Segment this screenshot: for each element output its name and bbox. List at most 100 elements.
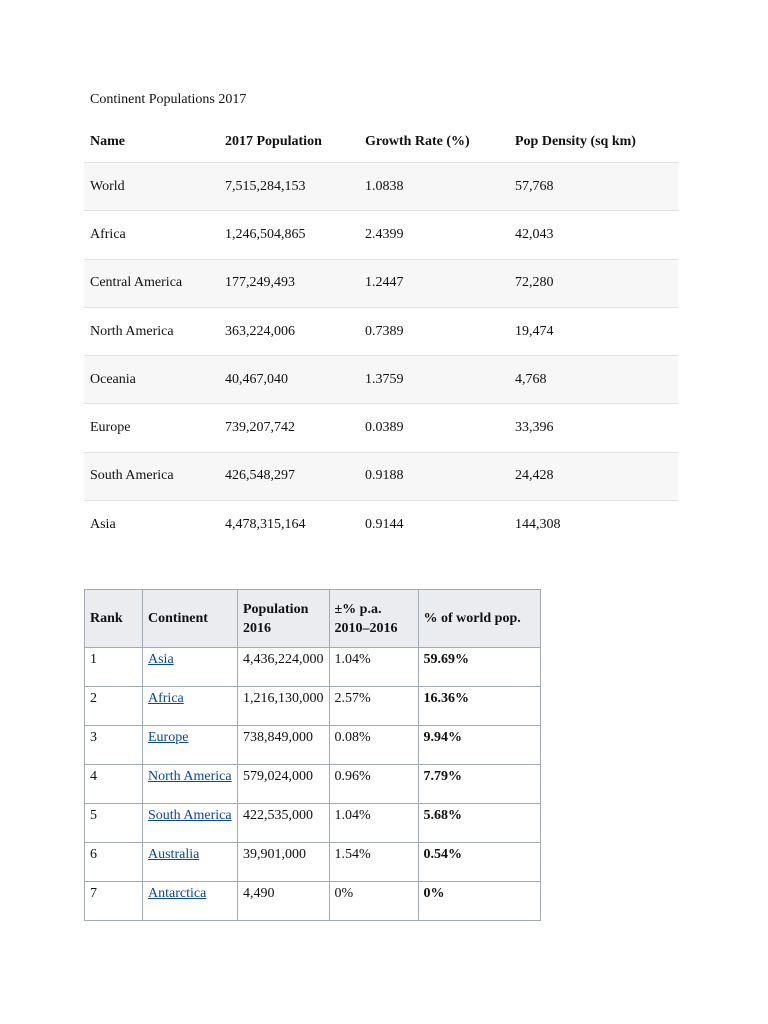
column-header: ±% p.a. 2010–2016	[328, 589, 419, 648]
column-header: % of world pop.	[417, 589, 541, 648]
column-header: Pop Density (sq km)	[515, 134, 636, 149]
column-header: Rank	[84, 589, 143, 648]
continent-cell: North America	[142, 764, 238, 804]
population-cell: 738,849,000	[237, 725, 330, 765]
table-cell: 42,043	[515, 226, 554, 242]
column-header: 2017 Population	[225, 134, 322, 149]
rank-cell: 6	[84, 842, 143, 882]
table-header-row: Name 2017 Population Growth Rate (%) Pop…	[84, 122, 678, 162]
table-cell: 4,478,315,164	[225, 516, 306, 532]
continent-populations-2017-table: Name 2017 Population Growth Rate (%) Pop…	[84, 122, 678, 548]
table-cell: 363,224,006	[225, 323, 295, 339]
table-header-row: Rank Continent Population 2016 ±% p.a. 201…	[84, 589, 541, 648]
table-cell: 144,308	[515, 516, 561, 532]
table-cell: Europe	[90, 420, 131, 436]
table-cell: 1.0838	[365, 178, 404, 194]
table-row: World 7,515,284,153 1.0838 57,768	[84, 162, 678, 211]
table-row: 7 Antarctica 4,490 0% 0%	[84, 881, 541, 921]
growth-cell: 1.04%	[328, 803, 419, 843]
population-cell: 422,535,000	[237, 803, 330, 843]
continent-link[interactable]: Africa	[148, 691, 184, 706]
table-cell: 72,280	[515, 275, 554, 291]
continent-link[interactable]: Asia	[148, 652, 174, 667]
growth-cell: 1.04%	[328, 647, 419, 687]
table-cell: 7,515,284,153	[225, 178, 306, 194]
growth-cell: 1.54%	[328, 842, 419, 882]
growth-cell: 2.57%	[328, 686, 419, 726]
table-caption: Continent Populations 2017	[90, 92, 247, 107]
table-row: Oceania 40,467,040 1.3759 4,768	[84, 355, 678, 404]
table-cell: Oceania	[90, 371, 136, 387]
continent-rank-table: Rank Continent Population 2016 ±% p.a. 201…	[84, 589, 541, 921]
growth-cell: 0.08%	[328, 725, 419, 765]
rank-cell: 7	[84, 881, 143, 921]
table-cell: 0.0389	[365, 420, 404, 436]
population-cell: 4,436,224,000	[237, 647, 330, 687]
table-row: Europe 739,207,742 0.0389 33,396	[84, 403, 678, 451]
table-cell: World	[90, 178, 125, 194]
population-cell: 39,901,000	[237, 842, 330, 882]
table-cell: 739,207,742	[225, 420, 295, 436]
table-cell: 57,768	[515, 178, 554, 194]
continent-link[interactable]: Antarctica	[148, 886, 206, 901]
continent-cell: Antarctica	[142, 881, 238, 921]
table-row: South America 426,548,297 0.9188 24,428	[84, 451, 678, 501]
table-cell: 33,396	[515, 420, 554, 436]
rank-cell: 2	[84, 686, 143, 726]
table-cell: 1.3759	[365, 371, 404, 387]
table-row: 2 Africa 1,216,130,000 2.57% 16.36%	[84, 686, 541, 726]
table-row: 3 Europe 738,849,000 0.08% 9.94%	[84, 725, 541, 765]
continent-cell: Europe	[142, 725, 238, 765]
table-cell: 2.4399	[365, 226, 404, 242]
continent-link[interactable]: Australia	[148, 847, 199, 862]
world-share-cell: 16.36%	[417, 686, 541, 726]
world-share-cell: 5.68%	[417, 803, 541, 843]
column-header: Growth Rate (%)	[365, 134, 470, 149]
table-cell: 19,474	[515, 323, 554, 339]
table-cell: North America	[90, 323, 174, 339]
table-cell: 0.7389	[365, 323, 404, 339]
rank-cell: 3	[84, 725, 143, 765]
table-cell: 0.9188	[365, 468, 404, 484]
table-cell: Central America	[90, 275, 183, 291]
world-share-cell: 9.94%	[417, 725, 541, 765]
world-share-cell: 59.69%	[417, 647, 541, 687]
continent-link[interactable]: Europe	[148, 730, 188, 745]
continent-cell: Asia	[142, 647, 238, 687]
continent-cell: Africa	[142, 686, 238, 726]
growth-cell: 0%	[328, 881, 419, 921]
table-cell: 40,467,040	[225, 371, 288, 387]
table-cell: 177,249,493	[225, 275, 295, 291]
table-row: 6 Australia 39,901,000 1.54% 0.54%	[84, 842, 541, 882]
column-header: Population 2016	[237, 589, 330, 648]
table-cell: 4,768	[515, 371, 547, 387]
population-cell: 1,216,130,000	[237, 686, 330, 726]
continent-cell: South America	[142, 803, 238, 843]
table-row: 5 South America 422,535,000 1.04% 5.68%	[84, 803, 541, 843]
table-cell: Africa	[90, 226, 126, 242]
table-row: Africa 1,246,504,865 2.4399 42,043	[84, 210, 678, 258]
table-row: Central America 177,249,493 1.2447 72,28…	[84, 258, 678, 307]
world-share-cell: 0.54%	[417, 842, 541, 882]
table-cell: South America	[90, 468, 174, 484]
table-cell: 426,548,297	[225, 468, 295, 484]
continent-link[interactable]: South America	[148, 808, 232, 823]
world-share-cell: 0%	[417, 881, 541, 921]
table-row: 4 North America 579,024,000 0.96% 7.79%	[84, 764, 541, 804]
table-row: Asia 4,478,315,164 0.9144 144,308	[84, 500, 678, 548]
population-cell: 579,024,000	[237, 764, 330, 804]
continent-cell: Australia	[142, 842, 238, 882]
table-cell: 0.9144	[365, 516, 404, 532]
column-header: Name	[90, 134, 125, 149]
table-cell: 1.2447	[365, 275, 404, 291]
population-cell: 4,490	[237, 881, 330, 921]
growth-cell: 0.96%	[328, 764, 419, 804]
table-cell: 1,246,504,865	[225, 226, 306, 242]
rank-cell: 5	[84, 803, 143, 843]
column-header: Continent	[142, 589, 238, 648]
table-row: 1 Asia 4,436,224,000 1.04% 59.69%	[84, 647, 541, 687]
table-cell: 24,428	[515, 468, 554, 484]
table-row: North America 363,224,006 0.7389 19,474	[84, 306, 678, 355]
world-share-cell: 7.79%	[417, 764, 541, 804]
continent-link[interactable]: North America	[148, 769, 232, 784]
